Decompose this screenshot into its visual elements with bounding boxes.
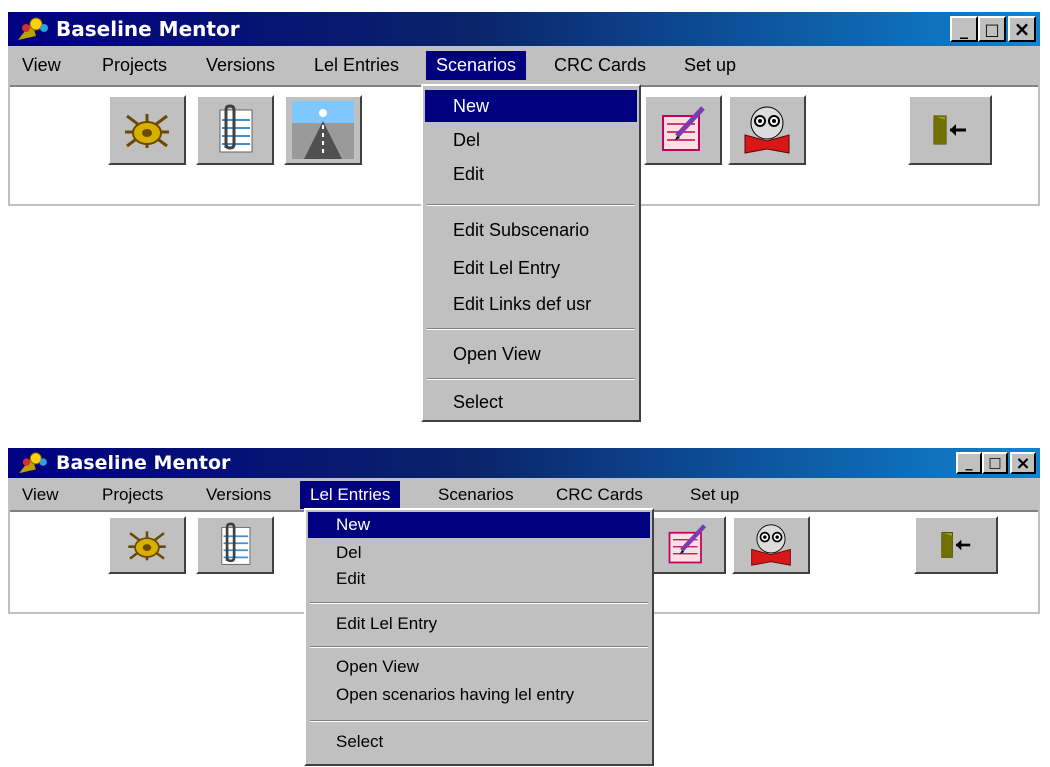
- menu-separator: [427, 378, 635, 380]
- menu-separator: [310, 602, 648, 604]
- menu-projects[interactable]: Projects: [102, 55, 167, 76]
- window-controls: _ □ ×: [950, 16, 1036, 42]
- app-icon[interactable]: [16, 451, 50, 475]
- close-button[interactable]: ×: [1008, 16, 1036, 42]
- menu-item-edit-subscenario[interactable]: Edit Subscenario: [425, 214, 637, 246]
- notepad-pencil-icon: [668, 524, 707, 564]
- maximize-button[interactable]: □: [978, 16, 1006, 42]
- menu-separator: [427, 328, 635, 330]
- menu-item-edit-lel-entry[interactable]: Edit Lel Entry: [308, 610, 650, 638]
- scenarios-dropdown-menu: New Del Edit Edit Subscenario Edit Lel E…: [421, 84, 641, 422]
- menu-item-select[interactable]: Select: [308, 728, 650, 756]
- menu-projects[interactable]: Projects: [102, 485, 163, 505]
- menu-item-edit-lel-entry[interactable]: Edit Lel Entry: [425, 252, 637, 284]
- menu-separator: [310, 646, 648, 648]
- exit-door-icon: [941, 532, 971, 558]
- notepad-pencil-button[interactable]: [648, 516, 726, 574]
- paperclip-notebook-button[interactable]: [196, 95, 274, 165]
- menu-item-new[interactable]: New: [308, 512, 650, 538]
- menu-item-open-view[interactable]: Open View: [425, 338, 637, 370]
- runway-icon: [292, 101, 354, 159]
- menu-item-new[interactable]: New: [425, 90, 637, 122]
- face-book-icon: [744, 106, 790, 154]
- exit-button[interactable]: [908, 95, 992, 165]
- menu-bar: View Projects Versions Lel Entries Scena…: [8, 480, 1040, 510]
- face-book-button[interactable]: [732, 516, 810, 574]
- menu-item-edit-links-def-usr[interactable]: Edit Links def usr: [425, 288, 637, 320]
- menu-crc-cards[interactable]: CRC Cards: [556, 485, 643, 505]
- lel-entries-dropdown-menu: New Del Edit Edit Lel Entry Open View Op…: [304, 508, 654, 766]
- notepad-pencil-button[interactable]: [644, 95, 722, 165]
- menu-item-select[interactable]: Select: [425, 386, 637, 418]
- menu-view[interactable]: View: [22, 485, 59, 505]
- menu-item-open-scenarios-having-lel-entry[interactable]: Open scenarios having lel entry: [308, 682, 650, 708]
- paperclip-notebook-icon: [221, 522, 251, 565]
- exit-door-icon: [933, 115, 966, 145]
- menu-item-edit[interactable]: Edit: [425, 158, 637, 190]
- title-bar[interactable]: Baseline Mentor _ □ ×: [8, 12, 1040, 46]
- menu-item-del[interactable]: Del: [425, 124, 637, 156]
- paperclip-notebook-icon: [219, 104, 253, 153]
- app-icon[interactable]: [16, 16, 50, 42]
- runway-button[interactable]: [284, 95, 362, 165]
- menu-versions[interactable]: Versions: [206, 485, 271, 505]
- menu-set-up[interactable]: Set up: [690, 485, 739, 505]
- ship-wheel-icon: [125, 114, 169, 148]
- notepad-pencil-icon: [662, 106, 705, 151]
- menu-scenarios[interactable]: Scenarios: [438, 485, 514, 505]
- menu-separator: [427, 204, 635, 206]
- exit-button[interactable]: [914, 516, 998, 574]
- menu-separator: [310, 720, 648, 722]
- title-bar[interactable]: Baseline Mentor _ □ ×: [8, 448, 1040, 478]
- minimize-button[interactable]: _: [956, 452, 982, 474]
- ship-wheel-icon: [128, 531, 166, 561]
- window-title: Baseline Mentor: [56, 452, 231, 474]
- ship-wheel-button[interactable]: [108, 95, 186, 165]
- close-button[interactable]: ×: [1010, 452, 1036, 474]
- paperclip-notebook-button[interactable]: [196, 516, 274, 574]
- menu-item-edit[interactable]: Edit: [308, 566, 650, 592]
- window-controls: _ □ ×: [956, 452, 1036, 474]
- maximize-button[interactable]: □: [982, 452, 1008, 474]
- menu-bar: View Projects Versions Lel Entries Scena…: [8, 49, 1040, 85]
- face-book-button[interactable]: [728, 95, 806, 165]
- menu-versions[interactable]: Versions: [206, 55, 275, 76]
- menu-item-open-view[interactable]: Open View: [308, 654, 650, 680]
- menu-lel-entries[interactable]: Lel Entries: [314, 55, 399, 76]
- menu-view[interactable]: View: [22, 55, 61, 76]
- face-book-icon: [751, 524, 791, 566]
- minimize-button[interactable]: _: [950, 16, 978, 42]
- window-title: Baseline Mentor: [56, 17, 240, 41]
- menu-scenarios[interactable]: Scenarios: [426, 51, 527, 80]
- menu-crc-cards[interactable]: CRC Cards: [554, 55, 646, 76]
- ship-wheel-button[interactable]: [108, 516, 186, 574]
- menu-set-up[interactable]: Set up: [684, 55, 736, 76]
- menu-lel-entries[interactable]: Lel Entries: [300, 481, 401, 509]
- menu-item-del[interactable]: Del: [308, 540, 650, 566]
